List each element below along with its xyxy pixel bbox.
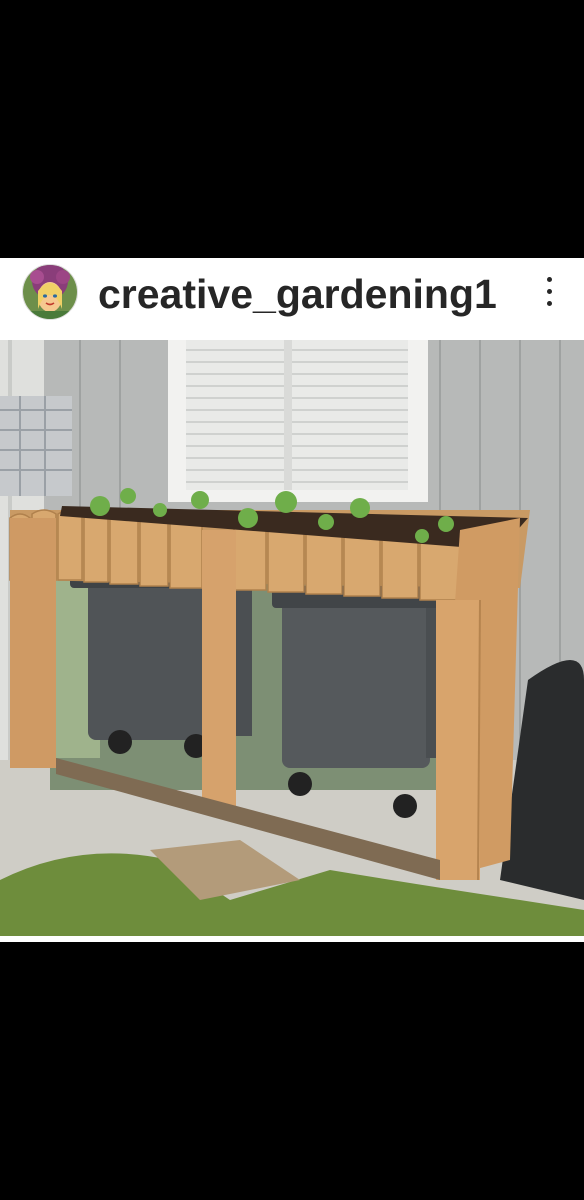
card-bottom-spacer xyxy=(0,936,584,942)
more-dot-bottom xyxy=(547,301,552,306)
screen: creative_gardening1 xyxy=(0,0,584,1200)
more-dot-middle xyxy=(547,289,552,294)
username[interactable]: creative_gardening1 xyxy=(98,272,497,316)
more-options-button[interactable] xyxy=(536,274,562,308)
post-card: creative_gardening1 xyxy=(0,258,584,942)
avatar-icon xyxy=(23,265,77,319)
profile-avatar[interactable] xyxy=(22,264,78,320)
post-photo[interactable] xyxy=(0,340,584,936)
photo-illustration xyxy=(0,340,584,936)
more-vertical-icon xyxy=(547,277,552,282)
post-header: creative_gardening1 xyxy=(0,258,584,340)
